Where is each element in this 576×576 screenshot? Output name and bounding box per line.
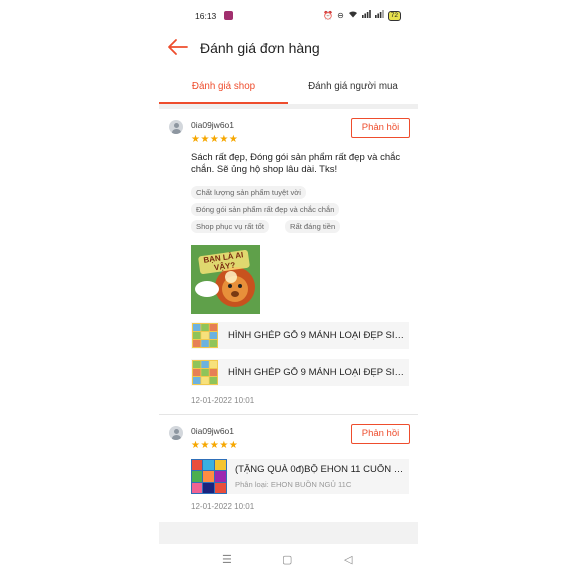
app-notification-icon: [224, 11, 233, 20]
product-row[interactable]: HÌNH GHÉP GỖ 9 MẢNH LOẠI ĐẸP SIÊU RẺ: [191, 359, 409, 386]
product-name: (TẶNG QUÀ 0đ)BỘ EHON 11 CUỐN CHO BÉ: [235, 464, 405, 475]
review-username: 0ia09jw6o1: [191, 120, 235, 130]
signal-icon-1: [361, 10, 371, 21]
reply-button[interactable]: Phản hồi: [351, 424, 410, 444]
arrow-left-icon: [168, 39, 188, 55]
battery-icon: 72: [387, 10, 401, 21]
review-tag: Rất đáng tiền: [285, 220, 341, 233]
review-date: 12-01-2022 10:01: [191, 502, 255, 511]
wifi-icon: [348, 10, 358, 21]
status-bar: 16:13 ⏰ ⊖ 72: [159, 8, 418, 26]
puzzle-product-thumbnail: [192, 323, 218, 348]
page-title: Đánh giá đơn hàng: [200, 40, 320, 56]
header: Đánh giá đơn hàng: [159, 30, 418, 68]
ehon-books-product-thumbnail: [191, 459, 227, 494]
review-photo[interactable]: BẠN LÀ AI VẬY?: [191, 245, 260, 314]
avatar: [169, 120, 183, 134]
review-card: 0ia09jw6o1 ★★★★★ Phản hồi (TẶNG QUÀ 0đ)B…: [159, 415, 418, 520]
product-row[interactable]: (TẶNG QUÀ 0đ)BỘ EHON 11 CUỐN CHO BÉ Phân…: [191, 459, 409, 494]
review-username: 0ia09jw6o1: [191, 426, 235, 436]
review-tag: Đóng gói sản phẩm rất đẹp và chắc chắn: [191, 203, 340, 216]
product-variant: Phân loại: EHON BUỒN NGỦ 11C: [235, 480, 352, 489]
product-name: HÌNH GHÉP GỖ 9 MẢNH LOẠI ĐẸP SIÊU RẺ: [228, 330, 404, 341]
back-nav-icon[interactable]: ◁: [344, 553, 352, 566]
puzzle-product-thumbnail: [192, 360, 218, 385]
star-rating: ★★★★★: [191, 134, 239, 145]
review-comment: Sách rất đẹp, Đóng gói sản phẩm rất đẹp …: [191, 152, 401, 175]
tab-shop-reviews[interactable]: Đánh giá shop: [159, 72, 288, 103]
tab-bar: Đánh giá shop Đánh giá người mua: [159, 72, 418, 104]
back-button[interactable]: [167, 38, 189, 56]
review-date: 12-01-2022 10:01: [191, 396, 255, 405]
system-nav-bar: ☰ ▢ ◁: [159, 548, 418, 574]
status-icons: ⏰ ⊖ 72: [323, 10, 401, 21]
dnd-icon: ⊖: [337, 10, 344, 20]
signal-icon-2: [374, 10, 384, 21]
menu-icon[interactable]: ☰: [222, 553, 232, 566]
product-row[interactable]: HÌNH GHÉP GỖ 9 MẢNH LOẠI ĐẸP SIÊU RẺ: [191, 322, 409, 349]
star-rating: ★★★★★: [191, 440, 239, 451]
review-card: 0ia09jw6o1 ★★★★★ Phản hồi Sách rất đẹp, …: [159, 109, 418, 414]
product-name: HÌNH GHÉP GỖ 9 MẢNH LOẠI ĐẸP SIÊU RẺ: [228, 367, 404, 378]
alarm-icon: ⏰: [323, 10, 334, 20]
reply-button[interactable]: Phản hồi: [351, 118, 410, 138]
home-icon[interactable]: ▢: [282, 553, 292, 566]
avatar: [169, 426, 183, 440]
tab-buyer-reviews[interactable]: Đánh giá người mua: [288, 72, 418, 103]
list-footer-band: [159, 522, 418, 544]
review-tag: Chất lượng sản phẩm tuyệt vời: [191, 186, 306, 199]
status-time: 16:13: [195, 11, 217, 21]
phone-screen: 16:13 ⏰ ⊖ 72 Đánh giá đơn hàng Đánh giá …: [159, 0, 418, 576]
review-tag: Shop phục vụ rất tốt: [191, 220, 269, 233]
